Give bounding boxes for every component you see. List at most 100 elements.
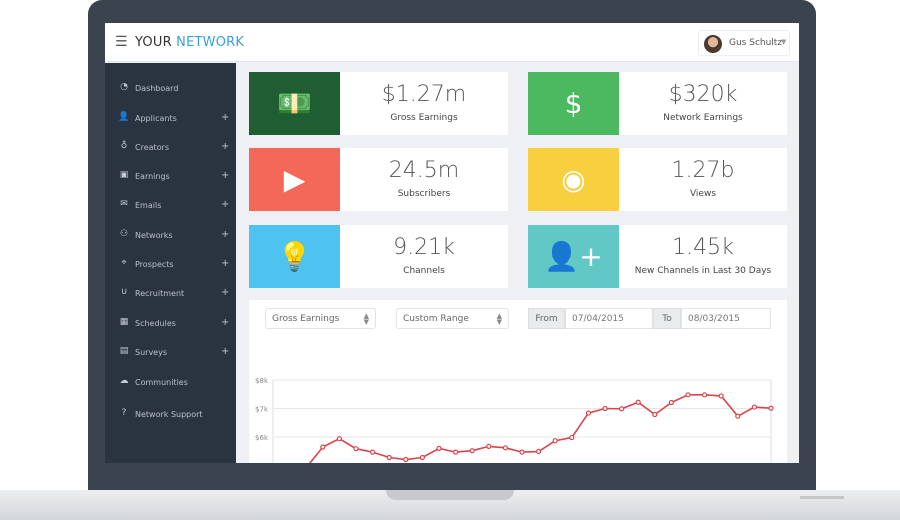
sidebar-item-label: Networks <box>135 231 173 240</box>
magnet-icon: ∪ <box>120 287 128 297</box>
data-point <box>768 405 774 411</box>
sidebar-item-earnings[interactable]: ▣ Earnings + <box>105 167 236 187</box>
data-point <box>436 445 442 451</box>
data-point <box>668 399 674 406</box>
data-point <box>419 454 425 461</box>
dollar-icon: $ <box>528 72 619 135</box>
youtube-play-icon: ▶ <box>249 148 340 211</box>
stat-card-new-channels-in-last-30-days: 👤+ 1.45k New Channels in Last 30 Days <box>528 225 787 288</box>
stat-caption: New Channels in Last 30 Days <box>634 266 772 276</box>
sidebar-item-label: Schedules <box>135 319 176 328</box>
data-point <box>635 399 641 405</box>
sidebar-item-creators[interactable]: ♁ Creators + <box>105 138 236 158</box>
sidebar-item-emails[interactable]: ✉ Emails + <box>105 196 236 216</box>
sidebar-item-dashboard[interactable]: ◔ Dashboard <box>105 79 236 99</box>
brand-left: YOUR <box>135 35 172 50</box>
expand-icon: + <box>221 346 230 357</box>
stat-value: 9.21k <box>393 235 455 260</box>
data-point <box>751 404 757 410</box>
expand-icon: + <box>221 287 230 298</box>
data-point <box>685 392 691 398</box>
sidebar-item-prospects[interactable]: ⌖ Prospects + <box>105 255 236 275</box>
data-point <box>336 436 343 442</box>
crosshair-icon: ⌖ <box>121 258 127 268</box>
sidebar-item-recruitment[interactable]: ∪ Recruitment + <box>105 284 236 304</box>
list-icon: ▤ <box>119 346 129 356</box>
envelope-icon: ✉ <box>120 199 128 209</box>
data-point <box>652 411 658 418</box>
comments-icon: ☁ <box>119 376 129 386</box>
eye-icon: ◉ <box>528 148 619 211</box>
data-point <box>735 413 741 419</box>
data-point <box>502 445 508 451</box>
money-bill-icon: 💵 <box>249 72 340 135</box>
calendar-icon: ▦ <box>119 317 129 327</box>
stat-card-gross-earnings: 💵 $1.27m Gross Earnings <box>249 72 508 135</box>
sidebar-item-label: Emails <box>135 201 162 210</box>
lightbulb-icon: ♁ <box>120 141 128 151</box>
expand-icon: + <box>221 229 230 240</box>
data-point <box>519 449 525 455</box>
y-tick-label: $8k <box>255 377 269 385</box>
sidebar-item-communities[interactable]: ☁ Communities <box>105 373 236 393</box>
stat-card-channels: 💡 9.21k Channels <box>249 225 508 288</box>
stat-caption: Network Earnings <box>663 113 743 123</box>
chart-panel: Gross Earnings ▲ ▼ Custom Range ▲ ▼ From 07/… <box>249 300 787 463</box>
stat-caption: Channels <box>403 266 445 276</box>
sidebar-item-networks[interactable]: ⚇ Networks + <box>105 226 236 246</box>
sidebar: ◔ Dashboard 👤 Applicants + ♁ Creators + ▣ Earning… <box>105 63 236 463</box>
sidebar-item-surveys[interactable]: ▤ Surveys + <box>105 343 236 363</box>
y-tick-label: $5k <box>255 463 269 464</box>
data-point <box>585 410 591 416</box>
stat-value: 1.27b <box>671 158 735 183</box>
data-point <box>536 448 542 455</box>
stat-caption: Views <box>689 189 717 199</box>
sidebar-item-label: Prospects <box>135 260 174 269</box>
dashboard-icon: ◔ <box>120 82 128 92</box>
expand-icon: + <box>221 141 230 152</box>
brand-right: NETWORK <box>176 35 245 50</box>
data-point <box>353 446 359 452</box>
brand-logo[interactable]: YOUR NETWORK <box>135 35 244 50</box>
stat-value: $1.27m <box>381 82 467 107</box>
sidebar-item-schedules[interactable]: ▦ Schedules + <box>105 314 236 334</box>
stat-value: 24.5m <box>388 158 460 183</box>
users-icon: ⚇ <box>119 229 129 239</box>
sidebar-item-label: Communities <box>135 378 188 387</box>
data-point <box>369 449 376 455</box>
data-point <box>486 443 492 450</box>
user-name: Gus Schultz <box>729 38 783 48</box>
sidebar-item-network-support[interactable]: ? Network Support <box>105 405 236 425</box>
stat-caption: Subscribers <box>397 189 451 199</box>
sidebar-item-label: Recruitment <box>135 289 185 298</box>
menu-icon[interactable]: ☰ <box>115 34 128 50</box>
data-point <box>386 454 392 461</box>
data-point <box>320 444 326 450</box>
data-point <box>569 434 575 441</box>
sidebar-item-label: Dashboard <box>135 84 179 93</box>
expand-icon: + <box>221 112 230 123</box>
sidebar-item-label: Network Support <box>135 410 203 419</box>
user-menu[interactable]: Gus Schultz ▼ <box>698 30 790 56</box>
sidebar-item-applicants[interactable]: 👤 Applicants + <box>105 109 236 129</box>
stat-caption: Gross Earnings <box>390 113 458 123</box>
user-plus-icon: 👤+ <box>528 225 619 288</box>
money-icon: ▣ <box>119 170 129 180</box>
sidebar-item-label: Earnings <box>135 172 170 181</box>
data-point <box>552 438 558 444</box>
lightbulb-icon: 💡 <box>249 225 340 288</box>
expand-icon: + <box>221 199 230 210</box>
stat-card-network-earnings: $ $320k Network Earnings <box>528 72 787 135</box>
data-point <box>453 449 459 455</box>
expand-icon: + <box>221 170 230 181</box>
y-tick-label: $6k <box>255 434 269 442</box>
laptop-foot <box>800 496 844 499</box>
data-point <box>619 406 625 412</box>
user-add-icon: 👤 <box>118 112 130 122</box>
question-icon: ? <box>121 408 127 418</box>
y-tick-label: $7k <box>255 406 269 414</box>
stat-value: $320k <box>668 82 738 107</box>
expand-icon: + <box>221 258 230 269</box>
sidebar-item-label: Applicants <box>135 114 177 123</box>
stat-card-views: ◉ 1.27b Views <box>528 148 787 211</box>
